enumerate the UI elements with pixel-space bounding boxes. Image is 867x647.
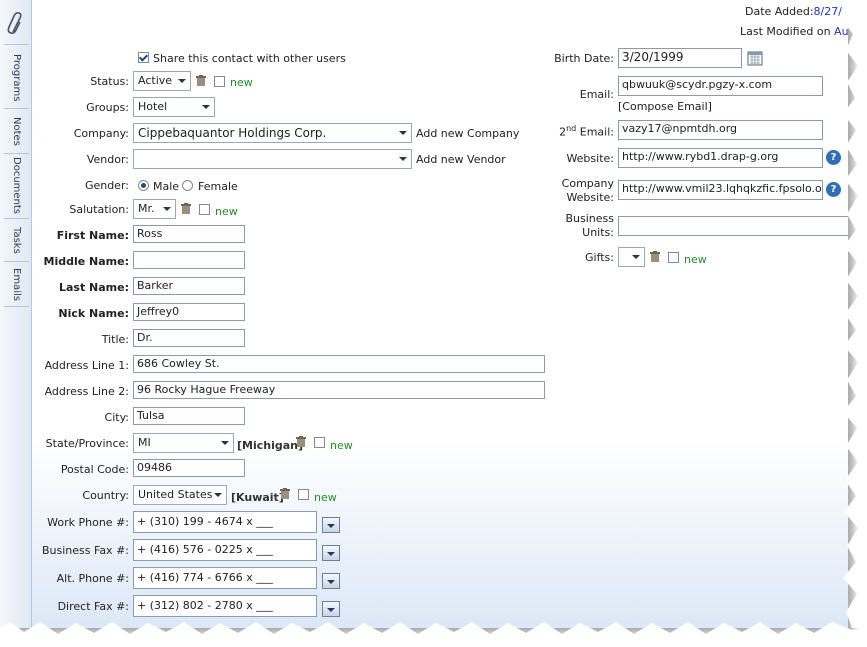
gender-female-label: Female — [198, 180, 238, 193]
work-phone-field[interactable]: + (310) 199 - 4674 x ___ — [133, 511, 317, 533]
gender-male-label: Male — [153, 180, 180, 193]
trash-icon[interactable] — [650, 251, 660, 262]
vendor-select[interactable] — [133, 149, 412, 169]
business-fax-label: Business Fax #: — [42, 544, 129, 557]
title-field[interactable]: Dr. — [133, 329, 245, 347]
trash-icon[interactable] — [280, 488, 290, 499]
last-name-label: Last Name: — [58, 281, 129, 294]
salutation-new-checkbox[interactable] — [199, 204, 210, 215]
calendar-icon[interactable] — [747, 50, 763, 66]
state-display: [Michigan] — [237, 439, 304, 452]
direct-fax-field[interactable]: + (312) 802 - 2780 x ___ — [133, 595, 317, 617]
gender-label: Gender: — [84, 179, 129, 192]
last-name-field[interactable]: Barker — [133, 277, 245, 295]
alt-phone-field[interactable]: + (416) 774 - 6766 x ___ — [133, 567, 317, 589]
nick-name-label: Nick Name: — [58, 307, 129, 320]
company-website-field[interactable]: http://www.vmil23.lqhqkzfic.fpsolo.org — [618, 180, 823, 200]
share-label: Share this contact with other users — [153, 52, 346, 65]
company-website-label: Company Website: — [561, 177, 614, 204]
tab-notes[interactable]: Notes — [4, 109, 29, 154]
salutation-select[interactable]: Mr. — [133, 199, 176, 219]
state-new-checkbox[interactable] — [314, 437, 325, 448]
website-label: Website: — [566, 152, 614, 165]
business-fax-type-dropdown[interactable] — [322, 545, 340, 561]
state-label: State/Province: — [45, 437, 129, 450]
add-new-vendor-link[interactable]: Add new Vendor — [416, 153, 506, 166]
birth-date-field[interactable]: 3/20/1999 — [618, 48, 742, 68]
groups-label: Groups: — [86, 101, 129, 114]
gifts-label: Gifts: — [584, 251, 614, 264]
status-select[interactable]: Active — [133, 71, 191, 91]
nick-name-field[interactable]: Jeffrey0 — [133, 303, 245, 321]
status-label: Status: — [90, 75, 129, 88]
company-select[interactable]: Cippebaquantor Holdings Corp. — [133, 123, 412, 143]
help-icon[interactable]: ? — [826, 150, 841, 165]
add-new-company-link[interactable]: Add new Company — [416, 127, 519, 140]
email2-field[interactable]: vazy17@npmtdh.org — [618, 120, 823, 140]
alt-phone-label: Alt. Phone #: — [56, 572, 129, 585]
trash-icon[interactable] — [181, 203, 191, 214]
company-label: Company: — [73, 127, 129, 140]
direct-fax-type-dropdown[interactable] — [322, 601, 340, 617]
country-new-label: new — [314, 491, 337, 504]
trash-icon[interactable] — [196, 75, 206, 86]
middle-name-label: Middle Name: — [43, 255, 129, 268]
first-name-label: First Name: — [56, 229, 129, 242]
middle-name-field[interactable] — [133, 251, 245, 269]
trash-icon[interactable] — [296, 436, 306, 447]
email-label: Email: — [579, 88, 614, 101]
email2-label: 2nd Email: — [559, 124, 614, 139]
address1-field[interactable]: 686 Cowley St. — [133, 355, 545, 373]
status-new-checkbox[interactable] — [214, 76, 225, 87]
share-checkbox[interactable] — [138, 52, 149, 63]
country-new-checkbox[interactable] — [298, 489, 309, 500]
city-label: City: — [104, 411, 129, 424]
date-added: Date Added:8/27/ — [745, 5, 842, 18]
state-select[interactable]: MI — [133, 433, 234, 453]
work-phone-label: Work Phone #: — [47, 516, 129, 529]
business-units-field[interactable] — [618, 216, 848, 236]
country-display: [Kuwait] — [231, 491, 284, 504]
paperclip-tab[interactable] — [4, 6, 29, 45]
postal-label: Postal Code: — [60, 463, 129, 476]
status-new-label: new — [230, 76, 253, 89]
last-modified: Last Modified on Au — [740, 25, 848, 38]
email-field[interactable]: qbwuuk@scydr.pgzy-x.com — [618, 76, 823, 96]
salutation-label: Salutation: — [69, 203, 129, 216]
gifts-new-checkbox[interactable] — [668, 252, 679, 263]
direct-fax-label: Direct Fax #: — [57, 600, 129, 613]
state-new-label: new — [330, 439, 353, 452]
work-phone-type-dropdown[interactable] — [322, 517, 340, 533]
tab-documents[interactable]: Documents — [4, 154, 29, 219]
address1-label: Address Line 1: — [44, 359, 129, 372]
country-select[interactable]: United States — [133, 485, 227, 505]
gender-male-radio[interactable] — [138, 180, 149, 191]
address2-field[interactable]: 96 Rocky Hague Freeway — [133, 381, 545, 399]
city-field[interactable]: Tulsa — [133, 407, 245, 425]
tab-programs[interactable]: Programs — [4, 48, 29, 109]
vendor-label: Vendor: — [86, 153, 129, 166]
help-icon[interactable]: ? — [826, 182, 841, 197]
business-units-label: Business Units: — [565, 212, 614, 239]
gifts-new-label: new — [684, 253, 707, 266]
compose-email-link[interactable]: [Compose Email] — [618, 100, 712, 113]
title-label: Title: — [101, 333, 129, 346]
postal-field[interactable]: 09486 — [133, 459, 245, 477]
alt-phone-type-dropdown[interactable] — [322, 573, 340, 589]
tab-emails[interactable]: Emails — [4, 262, 29, 307]
salutation-new-label: new — [215, 205, 238, 218]
gender-female-radio[interactable] — [182, 180, 193, 191]
gifts-select[interactable] — [618, 247, 645, 267]
website-field[interactable]: http://www.rybd1.drap-g.org — [618, 148, 823, 168]
country-label: Country: — [82, 489, 129, 502]
business-fax-field[interactable]: + (416) 576 - 0225 x ___ — [133, 539, 317, 561]
address2-label: Address Line 2: — [44, 385, 129, 398]
groups-select[interactable]: Hotel — [133, 97, 215, 117]
contact-form-window: Programs Notes Documents Tasks Emails Da… — [0, 0, 848, 628]
paperclip-icon — [7, 12, 22, 34]
side-tab-bar: Programs Notes Documents Tasks Emails — [0, 0, 32, 628]
first-name-field[interactable]: Ross — [133, 225, 245, 243]
birth-date-label: Birth Date: — [554, 52, 614, 65]
tab-tasks[interactable]: Tasks — [4, 219, 29, 262]
